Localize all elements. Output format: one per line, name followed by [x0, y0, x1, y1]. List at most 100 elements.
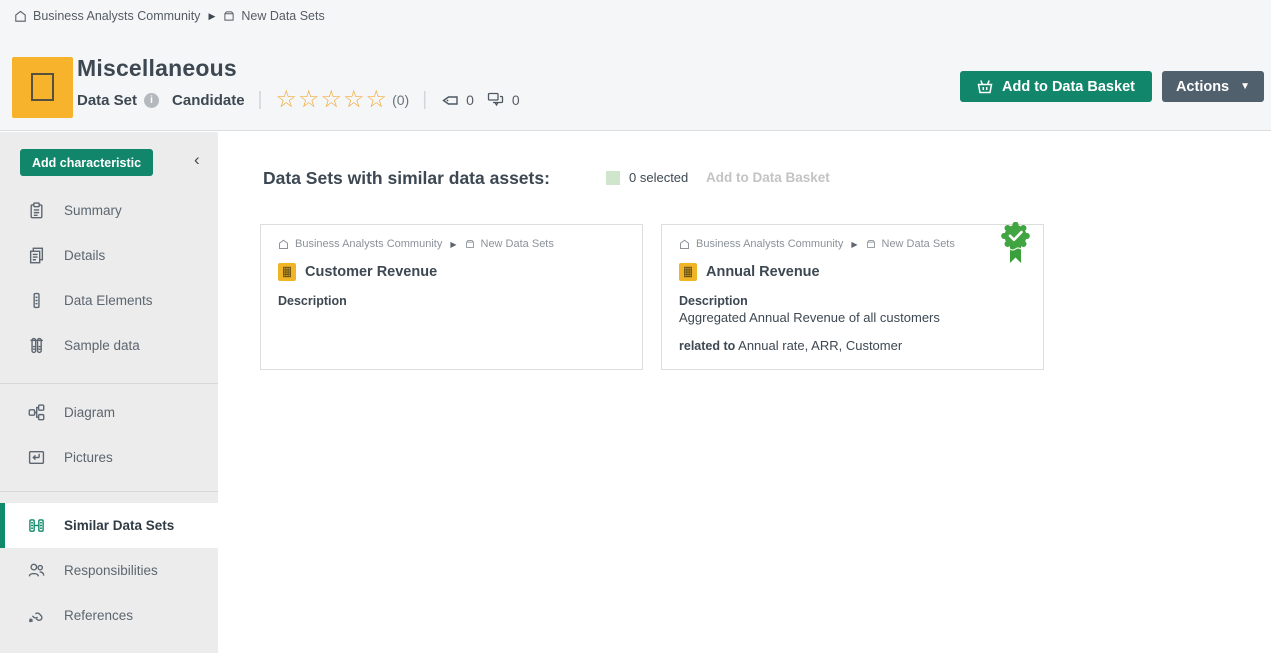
card-breadcrumb-community[interactable]: Business Analysts Community [295, 238, 442, 250]
sidebar-item-label: Data Elements [64, 293, 153, 308]
dataset-glyph [31, 73, 54, 101]
sidebar-item-label: Similar Data Sets [64, 518, 174, 533]
selection-swatch [606, 171, 620, 185]
related-to-values: Annual rate, ARR, Customer [735, 338, 902, 353]
star-icon[interactable]: ☆ [343, 88, 365, 112]
sidebar-item-diagram[interactable]: Diagram [0, 390, 218, 435]
breadcrumb-separator-icon: ▶ [208, 11, 215, 22]
divider: | [258, 89, 263, 111]
selection-status: 0 selected [606, 170, 688, 185]
related-to-row: related to Annual rate, ARR, Customer [679, 338, 1026, 353]
sidebar-item-sample-data[interactable]: Sample data [0, 323, 218, 368]
type-label: Data Set [77, 92, 137, 109]
pages-icon [28, 247, 45, 264]
similar-dataset-card[interactable]: Business Analysts Community ▶ New Data S… [260, 224, 643, 370]
basket-icon [977, 79, 993, 94]
dataset-type-icon [12, 57, 73, 118]
header-band: Business Analysts Community ▶ New Data S… [0, 0, 1271, 131]
sidebar-item-label: Summary [64, 203, 122, 218]
card-title-row: Annual Revenue [679, 263, 1026, 281]
sidebar-item-label: Diagram [64, 405, 115, 420]
divider: | [422, 89, 427, 111]
sidebar-item-label: Pictures [64, 450, 113, 465]
card-breadcrumb-model[interactable]: New Data Sets [481, 238, 554, 250]
page-title: Miscellaneous [77, 55, 237, 82]
actions-label: Actions [1176, 79, 1229, 95]
sidebar-item-label: References [64, 608, 133, 623]
breadcrumb-separator-icon: ▶ [851, 240, 857, 249]
community-icon [278, 239, 289, 250]
breadcrumb-separator-icon: ▶ [450, 240, 456, 249]
dataset-table-icon [679, 263, 697, 281]
breadcrumb: Business Analysts Community ▶ New Data S… [14, 9, 325, 23]
model-box-icon [465, 239, 475, 249]
tags-counter[interactable]: 0 [440, 92, 474, 108]
star-icon[interactable]: ☆ [275, 88, 297, 112]
similar-dataset-card[interactable]: Business Analysts Community ▶ New Data S… [661, 224, 1044, 370]
comments-icon [487, 92, 505, 108]
related-to-label: related to [679, 339, 735, 353]
comment-count: 0 [512, 92, 520, 108]
description-label: Description [278, 294, 625, 308]
dataspot-dataset-page: Business Analysts Community ▶ New Data S… [0, 0, 1271, 653]
diagram-nodes-icon [28, 404, 45, 421]
star-rating[interactable]: ☆ ☆ ☆ ☆ ☆ (0) [275, 88, 409, 112]
actions-button[interactable]: Actions ▼ [1162, 71, 1264, 102]
add-characteristic-button[interactable]: Add characteristic [20, 149, 153, 176]
sidebar-divider [0, 491, 218, 492]
link-icon [28, 607, 45, 624]
comments-counter[interactable]: 0 [487, 92, 520, 108]
people-icon [28, 562, 45, 579]
sidebar-item-details[interactable]: Details [0, 233, 218, 278]
star-icon[interactable]: ☆ [298, 88, 320, 112]
sidebar-item-data-elements[interactable]: Data Elements [0, 278, 218, 323]
linked-columns-icon [28, 517, 45, 534]
picture-icon [28, 449, 45, 466]
breadcrumb-model[interactable]: New Data Sets [241, 9, 324, 23]
community-icon [679, 239, 690, 250]
sidebar-item-references[interactable]: References [0, 593, 218, 638]
chevron-down-icon: ▼ [1240, 81, 1250, 92]
description-label: Description [679, 294, 1026, 308]
info-icon[interactable]: i [144, 93, 159, 108]
column-icon [28, 292, 45, 309]
sidebar-collapse-icon[interactable]: ‹ [190, 146, 204, 174]
sidebar: Add characteristic ‹ Summary Details Dat… [0, 132, 218, 653]
dataset-table-icon [278, 263, 296, 281]
sidebar-item-pictures[interactable]: Pictures [0, 435, 218, 480]
star-icon[interactable]: ☆ [366, 88, 388, 112]
breadcrumb-community[interactable]: Business Analysts Community [33, 9, 200, 23]
selected-count: 0 selected [629, 170, 688, 185]
sidebar-item-summary[interactable]: Summary [0, 188, 218, 233]
model-box-icon [223, 10, 235, 22]
clipboard-icon [28, 202, 45, 219]
sample-tubes-icon [28, 337, 45, 354]
header-meta-row: Data Set i Candidate | ☆ ☆ ☆ ☆ ☆ (0) | 0… [77, 86, 520, 114]
sidebar-item-similar-data-sets[interactable]: Similar Data Sets [0, 503, 218, 548]
card-breadcrumb-community[interactable]: Business Analysts Community [696, 238, 843, 250]
tag-icon [440, 93, 459, 108]
description-text: Aggregated Annual Revenue of all custome… [679, 310, 1026, 325]
card-title-row: Customer Revenue [278, 263, 625, 281]
sidebar-item-label: Details [64, 248, 105, 263]
community-icon [14, 10, 27, 23]
rating-count: (0) [392, 93, 409, 107]
card-breadcrumb: Business Analysts Community ▶ New Data S… [679, 238, 1026, 250]
approved-rosette-icon [1000, 222, 1031, 265]
card-title[interactable]: Annual Revenue [706, 264, 820, 280]
add-to-basket-disabled-button[interactable]: Add to Data Basket [706, 170, 830, 185]
card-breadcrumb: Business Analysts Community ▶ New Data S… [278, 238, 625, 250]
tag-count: 0 [466, 92, 474, 108]
sidebar-item-label: Responsibilities [64, 563, 158, 578]
add-to-data-basket-button[interactable]: Add to Data Basket [960, 71, 1152, 102]
add-to-data-basket-label: Add to Data Basket [1002, 79, 1135, 95]
sidebar-item-label: Sample data [64, 338, 140, 353]
card-breadcrumb-model[interactable]: New Data Sets [882, 238, 955, 250]
status-badge: Candidate [172, 92, 245, 109]
card-title[interactable]: Customer Revenue [305, 264, 437, 280]
model-box-icon [866, 239, 876, 249]
similar-data-sets-heading: Data Sets with similar data assets: [263, 168, 550, 189]
star-icon[interactable]: ☆ [321, 88, 343, 112]
sidebar-divider [0, 383, 218, 384]
sidebar-item-responsibilities[interactable]: Responsibilities [0, 548, 218, 593]
